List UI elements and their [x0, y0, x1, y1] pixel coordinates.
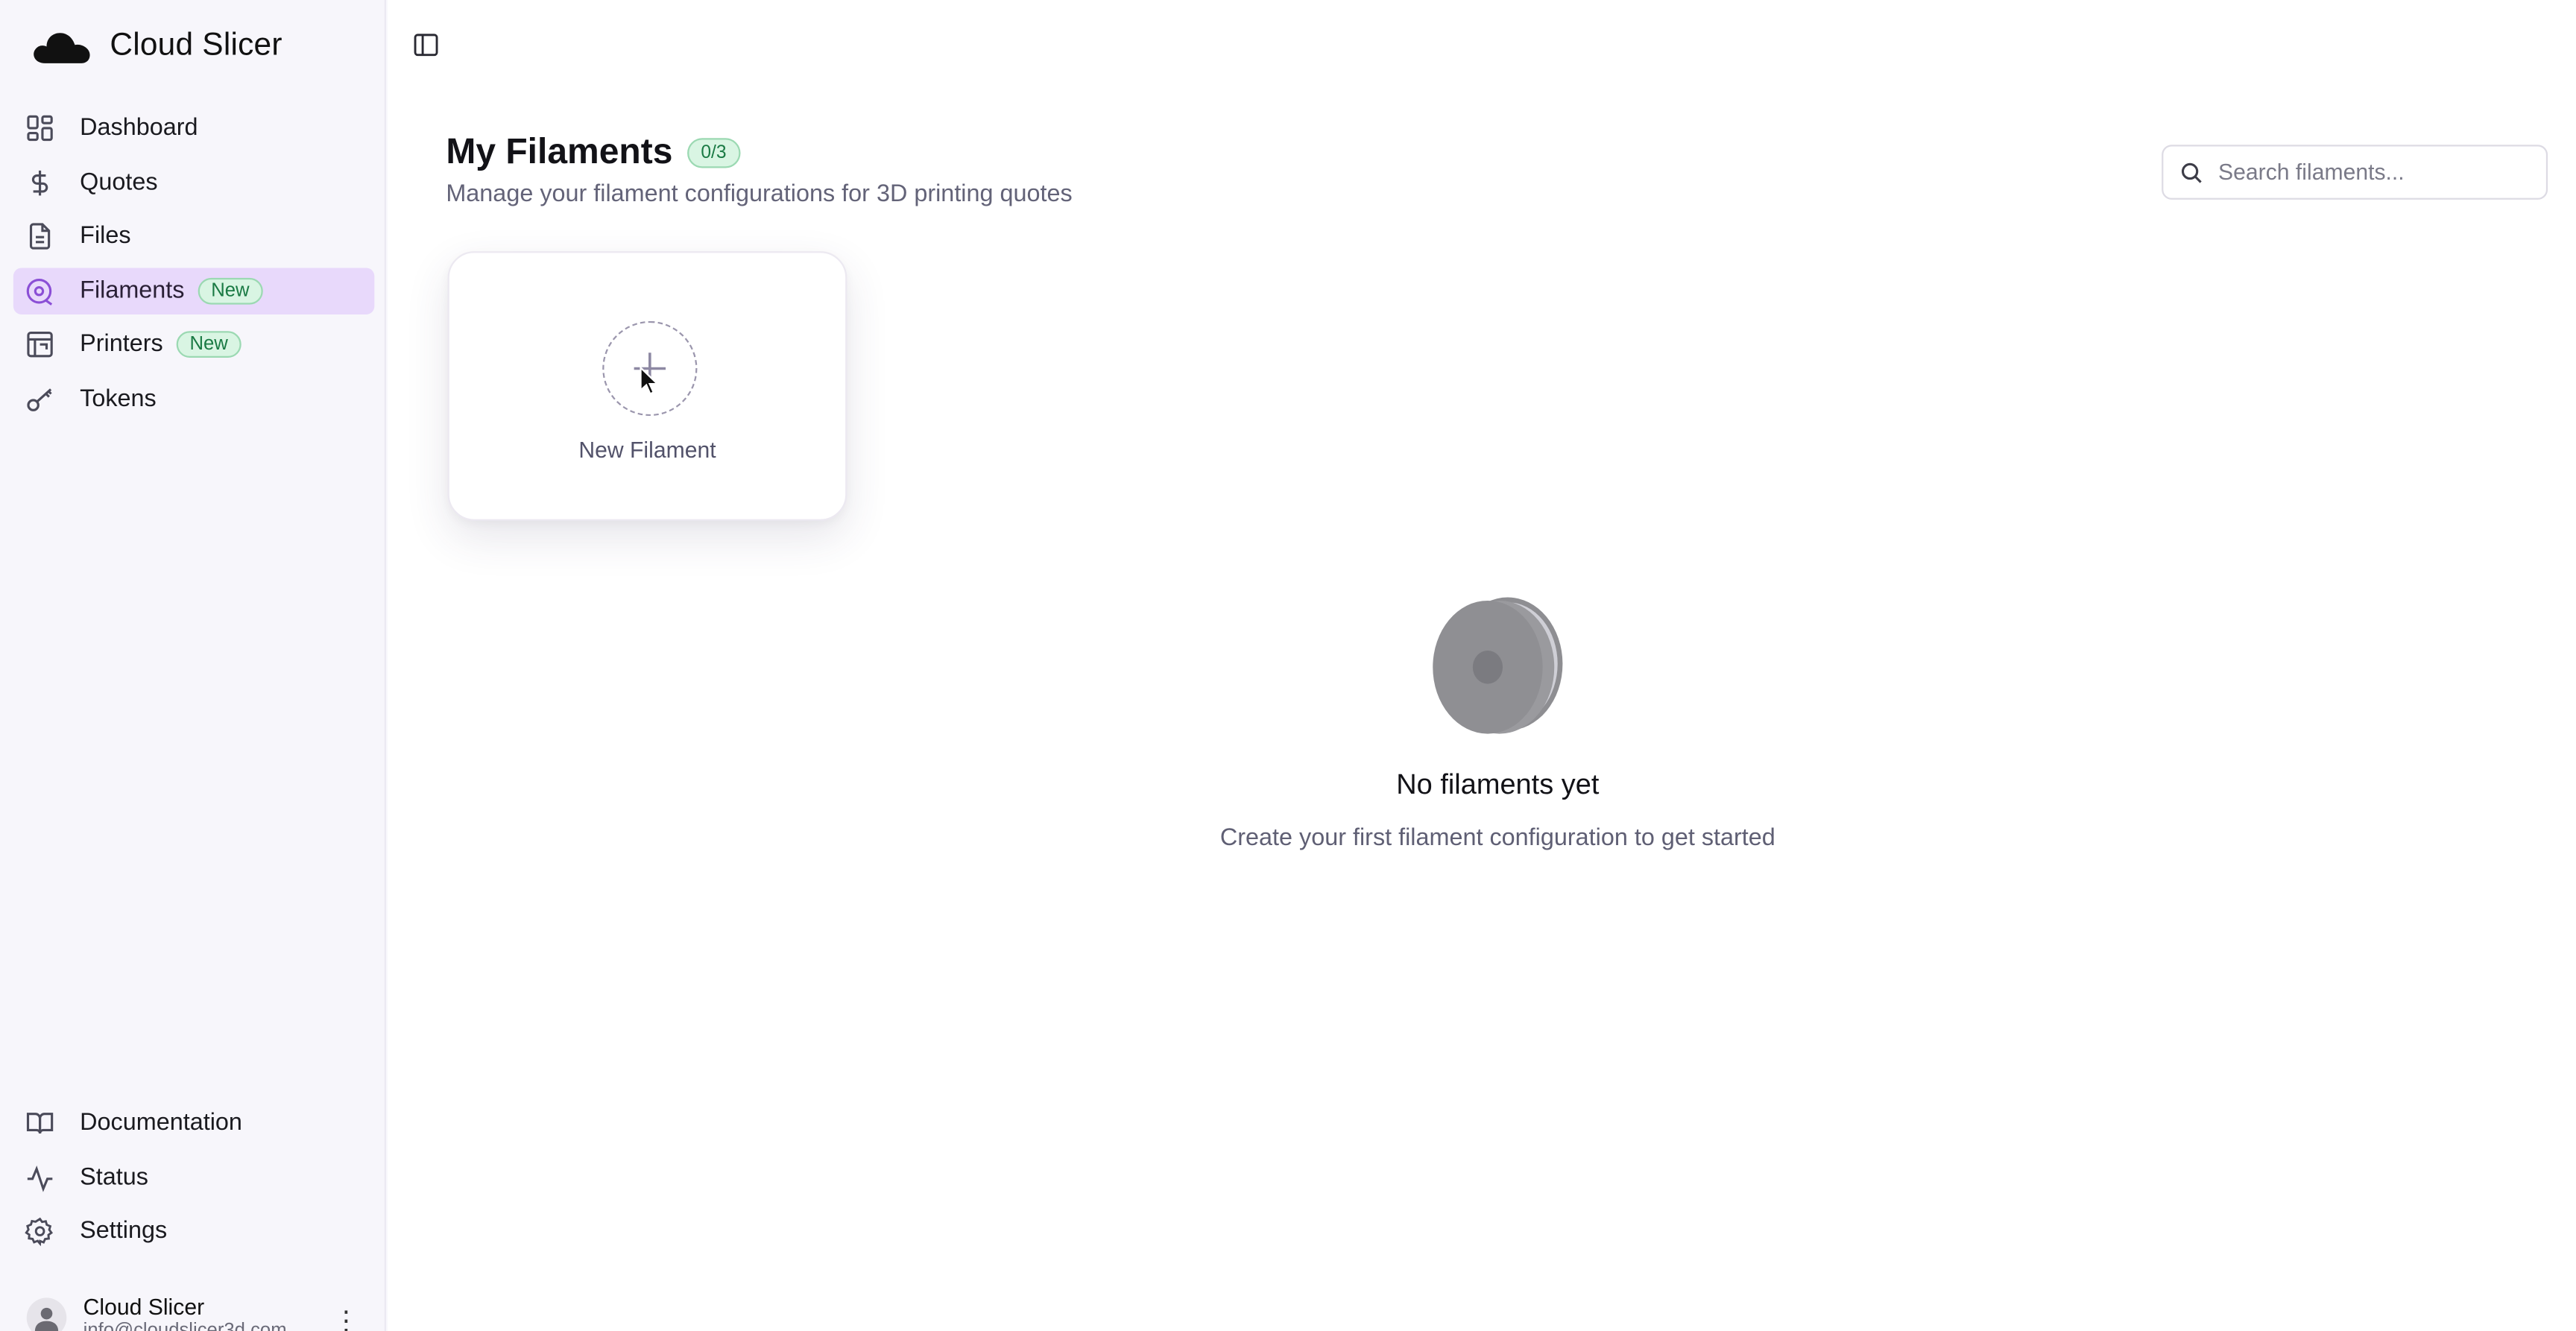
new-badge: New — [198, 277, 263, 305]
filament-count-badge: 0/3 — [687, 137, 740, 168]
sidebar-item-label: Quotes — [80, 168, 158, 196]
cloud-logo-icon — [34, 33, 90, 63]
sidebar-item-printers[interactable]: Printers New — [13, 322, 374, 369]
user-name: Cloud Slicer — [83, 1293, 205, 1319]
sidebar-item-label: Tokens — [80, 385, 157, 413]
sidebar-item-label: Filaments — [80, 277, 185, 305]
sidebar-item-settings[interactable]: Settings — [13, 1208, 374, 1255]
page-header: My Filaments 0/3 — [446, 131, 740, 173]
sidebar-item-files[interactable]: Files — [13, 213, 374, 260]
brand[interactable]: Cloud Slicer — [30, 23, 282, 70]
book-icon — [25, 1108, 54, 1138]
app-name: Cloud Slicer — [110, 28, 282, 63]
search-box[interactable] — [2162, 145, 2548, 200]
sidebar: Cloud Slicer Dashboard Quotes Files Fila… — [0, 0, 386, 1331]
sidebar-item-label: Documentation — [80, 1110, 242, 1136]
user-email: info@cloudslicer3d.com — [83, 1320, 287, 1331]
dashboard-icon — [25, 113, 54, 143]
user-menu[interactable]: Cloud Slicer info@cloudslicer3d.com ⋮ — [26, 1291, 376, 1331]
main-content: My Filaments 0/3 Manage your filament co… — [388, 0, 2576, 1331]
sidebar-item-label: Settings — [80, 1218, 168, 1245]
sidebar-item-tokens[interactable]: Tokens — [13, 376, 374, 423]
sidebar-item-label: Status — [80, 1163, 148, 1191]
file-icon — [25, 221, 54, 251]
more-options-icon[interactable]: ⋮ — [333, 1304, 360, 1331]
sidebar-toggle-icon[interactable] — [413, 31, 440, 58]
sidebar-item-status[interactable]: Status — [13, 1154, 374, 1201]
key-icon — [25, 385, 54, 414]
empty-state: No filaments yet Create your first filam… — [388, 595, 2576, 852]
activity-icon — [25, 1163, 54, 1192]
page-subtitle: Manage your filament configurations for … — [446, 181, 1073, 209]
user-icon — [34, 1307, 59, 1331]
dollar-icon — [25, 168, 54, 197]
new-filament-label: New Filament — [578, 437, 716, 463]
gear-icon — [25, 1216, 54, 1247]
sidebar-item-dashboard[interactable]: Dashboard — [13, 105, 374, 152]
sidebar-bottom-nav: Documentation Status Settings — [13, 1100, 374, 1262]
page-title: My Filaments — [446, 131, 673, 171]
avatar — [26, 1297, 67, 1331]
sidebar-item-label: Dashboard — [80, 115, 198, 142]
sidebar-item-filaments[interactable]: Filaments New — [13, 267, 375, 314]
search-input[interactable] — [2218, 159, 2518, 185]
filament-spool-icon — [1433, 597, 1563, 734]
sidebar-item-label: Printers — [80, 332, 163, 358]
sidebar-item-label: Files — [80, 223, 131, 250]
sidebar-nav: Dashboard Quotes Files Filaments New Pri… — [13, 105, 375, 431]
search-icon — [2181, 162, 2202, 183]
printer-icon — [25, 330, 54, 360]
empty-state-description: Create your first filament configuration… — [1219, 825, 1775, 853]
sidebar-item-quotes[interactable]: Quotes — [13, 159, 374, 206]
filament-icon — [25, 276, 54, 306]
mouse-cursor-icon — [640, 366, 660, 395]
empty-state-title: No filaments yet — [1396, 768, 1600, 800]
sidebar-item-documentation[interactable]: Documentation — [13, 1100, 374, 1147]
new-badge: New — [176, 332, 242, 358]
